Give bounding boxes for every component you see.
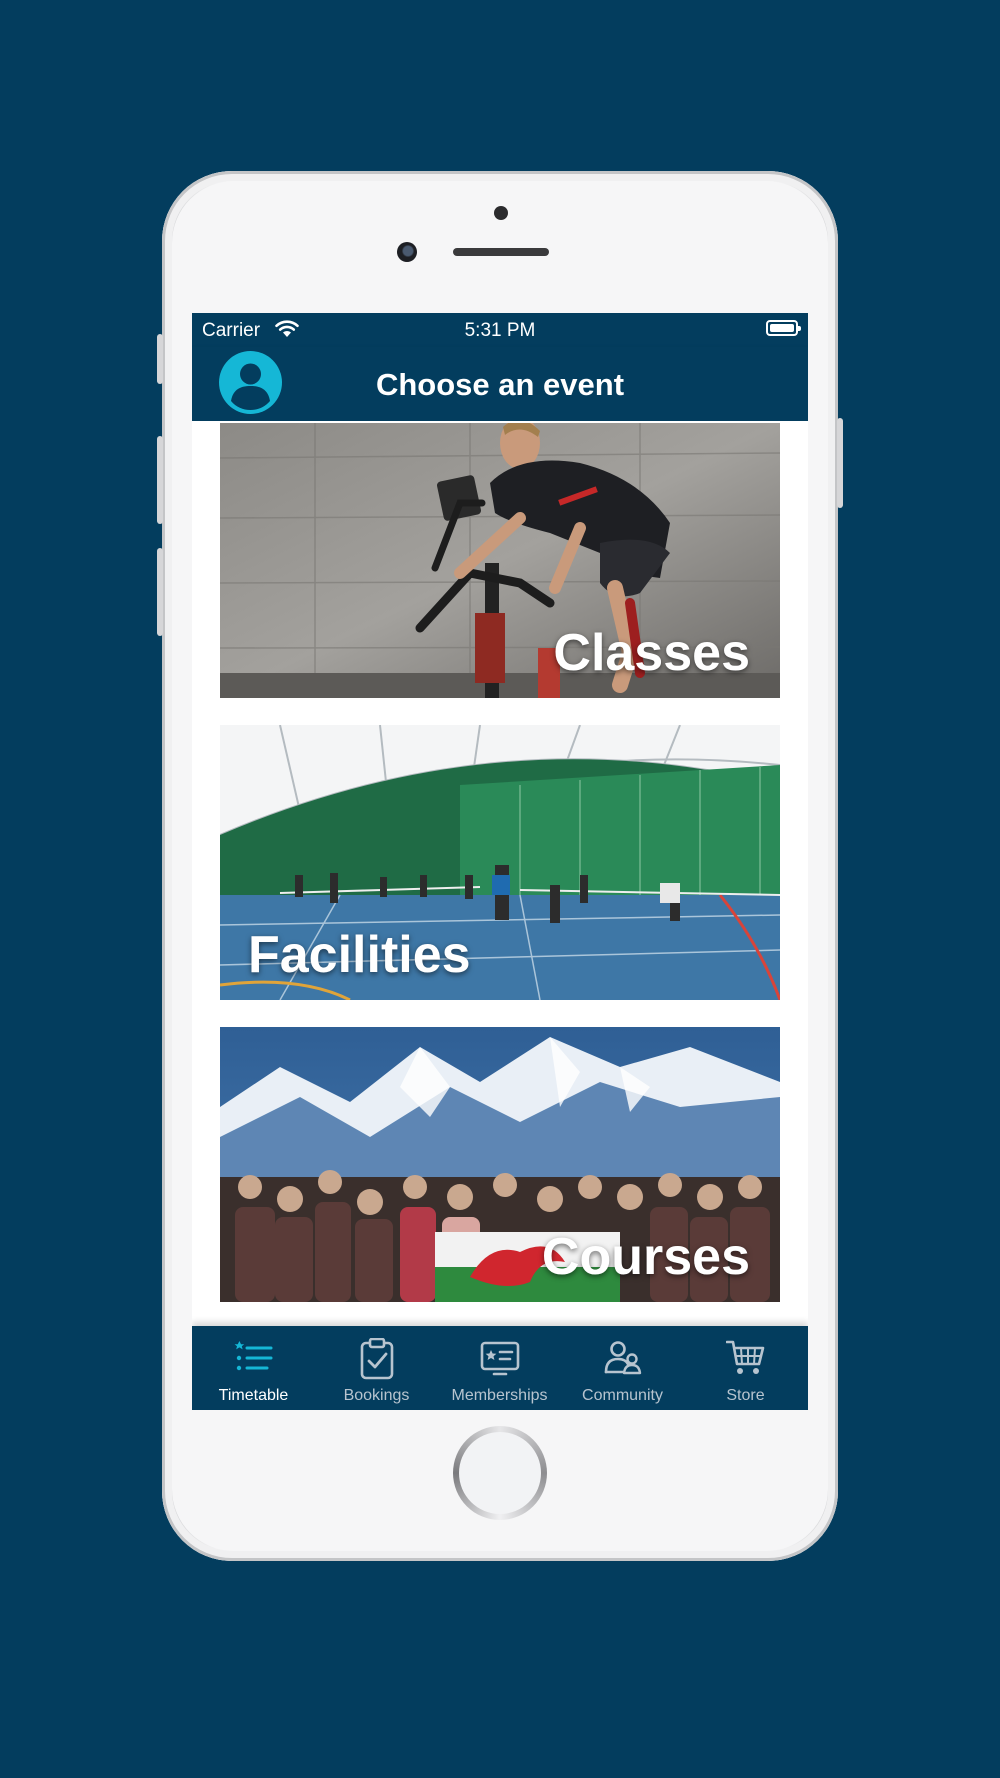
tab-label: Bookings [343, 1387, 410, 1404]
tab-bar: Timetable Bookings Memberships Community… [192, 1326, 808, 1410]
card-facilities[interactable]: Facilities [220, 725, 780, 1000]
tab-timetable[interactable]: Timetable [192, 1326, 315, 1410]
card-label-facilities: Facilities [248, 926, 471, 984]
tab-memberships[interactable]: Memberships [438, 1326, 561, 1410]
card-label-courses: Courses [541, 1228, 750, 1286]
page-title: Choose an event [375, 367, 625, 402]
earpiece-speaker [453, 248, 549, 256]
clipboard-check-icon [360, 1338, 394, 1380]
front-camera [397, 242, 417, 262]
side-button [157, 334, 163, 384]
card-classes[interactable]: Classes [220, 423, 780, 698]
tab-label: Community [582, 1387, 663, 1404]
status-bar: Carrier 5:31 PM [192, 313, 808, 347]
side-button [157, 548, 163, 636]
side-button [837, 418, 843, 508]
nav-bar: Choose an event [192, 347, 808, 421]
tab-store[interactable]: Store [684, 1326, 807, 1410]
tab-label: Store [726, 1387, 765, 1404]
community-people-icon [604, 1341, 642, 1375]
home-button[interactable] [453, 1426, 547, 1520]
tab-bookings[interactable]: Bookings [315, 1326, 438, 1410]
shopping-cart-icon [726, 1340, 765, 1374]
tab-community[interactable]: Community [561, 1326, 684, 1410]
battery-icon [766, 320, 801, 336]
status-time: 5:31 PM [464, 320, 536, 341]
side-button [157, 436, 163, 524]
card-courses[interactable]: Courses [220, 1027, 780, 1302]
app-store-showcase: Carrier 5:31 PM Choose an event Classes … [0, 0, 1000, 1778]
app-screen: Carrier 5:31 PM Choose an event Classes … [192, 313, 808, 1410]
tab-label: Timetable [218, 1387, 289, 1404]
event-list: Classes Facilities Courses [192, 421, 808, 1306]
proximity-sensor [494, 206, 508, 220]
timetable-list-icon [234, 1341, 273, 1371]
tab-label: Memberships [451, 1387, 548, 1404]
membership-card-icon [480, 1341, 520, 1376]
card-label-classes: Classes [553, 624, 750, 682]
